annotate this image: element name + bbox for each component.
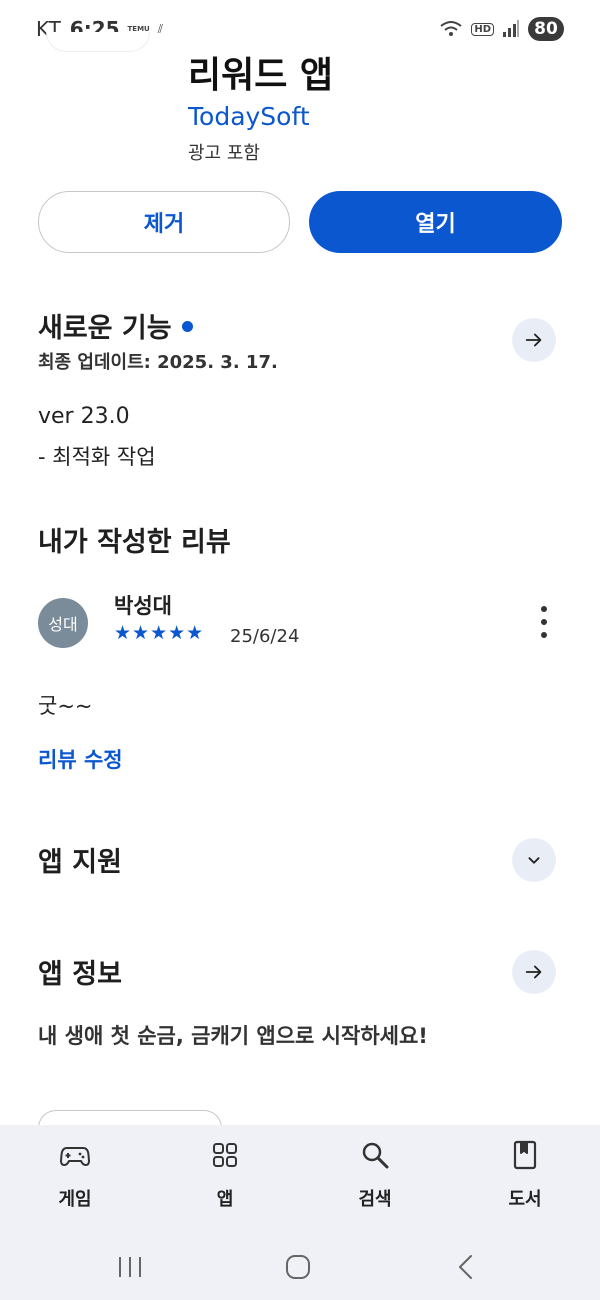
book-icon [513, 1140, 537, 1170]
more-options-icon[interactable] [536, 606, 552, 638]
developer-link[interactable]: TodaySoft [188, 102, 310, 131]
chevron-down-icon [528, 857, 540, 864]
status-right: HD 80 [439, 17, 564, 41]
new-indicator-dot [181, 321, 193, 332]
notification-icon: ⫽ [157, 21, 164, 36]
star-rating: ★★★★★ [114, 622, 205, 644]
changes-text: - 최적화 작업 [38, 445, 156, 469]
home-icon[interactable] [278, 1247, 318, 1287]
reviewer-name: 박성대 [114, 594, 172, 618]
open-button[interactable]: 열기 [309, 191, 562, 253]
nav-search[interactable]: 검색 [325, 1139, 425, 1211]
review-date: 25/6/24 [230, 626, 300, 647]
nav-games[interactable]: 게임 [25, 1139, 125, 1211]
app-support-expand-button[interactable] [512, 838, 556, 882]
about-description: 내 생애 첫 순금, 금캐기 앱으로 시작하세요! [38, 1024, 428, 1048]
app-support-title[interactable]: 앱 지원 [38, 840, 122, 879]
search-icon [362, 1142, 389, 1169]
nav-books[interactable]: 도서 [475, 1139, 575, 1211]
app-icon [46, 32, 150, 52]
nav-search-label: 검색 [358, 1189, 392, 1210]
back-icon[interactable] [446, 1247, 486, 1287]
nav-apps-label: 앱 [216, 1189, 234, 1210]
version-text: ver 23.0 [38, 404, 130, 429]
signal-icon [503, 20, 519, 37]
whats-new-title-text: 새로운 기능 [38, 313, 172, 344]
avatar: 성대 [38, 598, 88, 648]
remove-button[interactable]: 제거 [38, 191, 290, 253]
recent-apps-icon[interactable] [110, 1247, 150, 1287]
my-review-title: 내가 작성한 리뷰 [38, 527, 231, 558]
wifi-icon [440, 21, 462, 36]
review-text: 굿~~ [38, 694, 93, 718]
hd-voice-icon: HD [471, 22, 494, 36]
edit-review-link[interactable]: 리뷰 수정 [38, 744, 123, 774]
app-title: 리워드 앱 [188, 55, 334, 96]
nav-games-label: 게임 [58, 1189, 92, 1210]
arrow-right-icon [525, 333, 542, 347]
whats-new-title[interactable]: 새로운 기능 [38, 306, 193, 345]
nav-books-label: 도서 [508, 1189, 542, 1210]
battery-icon: 80 [528, 17, 564, 41]
about-app-title[interactable]: 앱 정보 [38, 952, 122, 991]
apps-grid-icon [213, 1143, 237, 1167]
bottom-navigation: 게임 앱 검색 도서 [0, 1125, 600, 1300]
system-navigation-bar [0, 1247, 600, 1287]
arrow-right-icon [525, 965, 542, 979]
gamepad-icon [60, 1147, 90, 1166]
nav-apps[interactable]: 앱 [175, 1139, 275, 1211]
whats-new-arrow-button[interactable] [512, 318, 556, 362]
last-updated: 최종 업데이트: 2025. 3. 17. [38, 352, 278, 373]
ads-note: 광고 포함 [188, 143, 260, 164]
about-app-arrow-button[interactable] [512, 950, 556, 994]
